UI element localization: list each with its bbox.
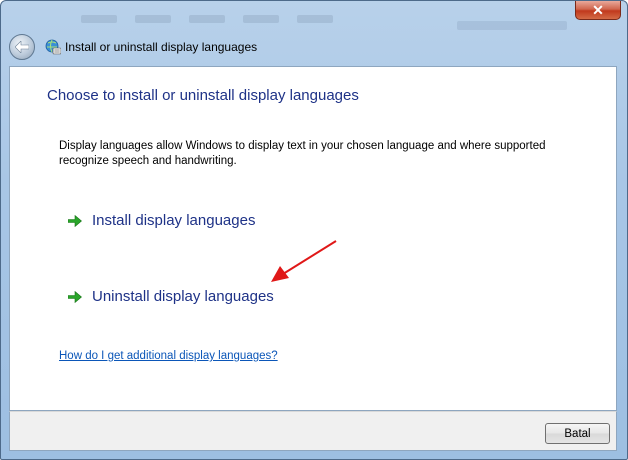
background-search	[457, 21, 567, 30]
description-text: Display languages allow Windows to displ…	[59, 140, 546, 167]
green-arrow-icon	[68, 214, 82, 227]
red-pointer-arrow-icon	[271, 240, 337, 282]
window-title: Install or uninstall display languages	[65, 40, 258, 54]
uninstall-display-languages-link[interactable]: Uninstall display languages	[68, 288, 274, 305]
back-button[interactable]	[9, 34, 35, 60]
back-arrow-icon	[15, 41, 29, 53]
install-link-label: Install display languages	[92, 212, 256, 229]
uninstall-link-label: Uninstall display languages	[92, 288, 274, 305]
close-icon: ✕	[592, 2, 604, 18]
green-arrow-icon	[68, 290, 82, 303]
navigation-bar: Install or uninstall display languages	[9, 32, 619, 62]
dialog-footer: Batal	[9, 411, 617, 451]
page-title: Choose to install or uninstall display l…	[47, 87, 359, 104]
close-button[interactable]: ✕	[575, 1, 621, 20]
install-display-languages-link[interactable]: Install display languages	[68, 212, 255, 229]
help-link[interactable]: How do I get additional display language…	[59, 350, 278, 362]
cancel-button[interactable]: Batal	[545, 423, 610, 444]
dialog-window: ✕ Install or uninstall display languages…	[0, 0, 628, 460]
background-menu-bar	[81, 11, 333, 27]
globe-keyboard-icon	[45, 39, 61, 55]
